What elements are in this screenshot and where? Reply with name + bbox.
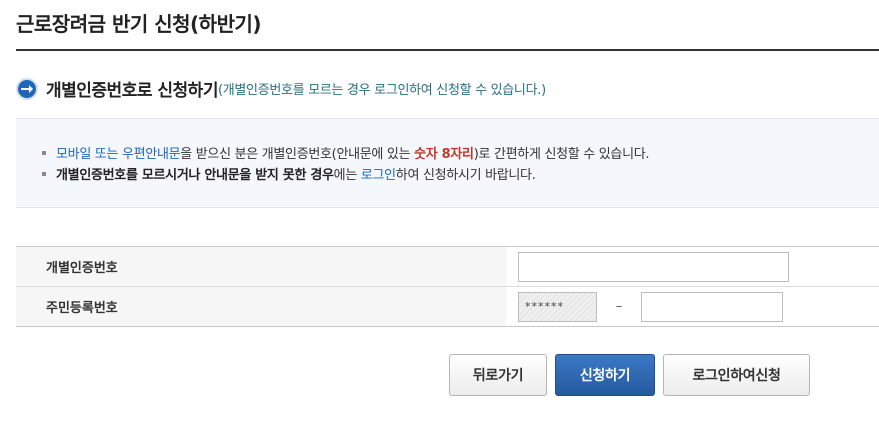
login-link[interactable]: 로그인 [361,168,396,183]
info-line-2: 개별인증번호를 모르시거나 안내문을 받지 못한 경우에는 로그인하여 신청하시… [42,164,536,183]
rrn-label: 주민등록번호 [16,287,506,326]
auth-number-label: 개별인증번호 [16,247,506,286]
bullet-icon [42,171,46,176]
info-line-2-emphasis: 개별인증번호를 모르시거나 안내문을 받지 못한 경우 [56,168,334,183]
section-header: 개별인증번호로 신청하기 (개별인증번호를 모르는 경우 로그인하여 신청할 수… [16,76,546,101]
rrn-cell: ****** – [506,287,879,326]
bullet-icon [42,150,46,155]
apply-button[interactable]: 신청하기 [555,354,655,396]
auth-form-table: 개별인증번호 주민등록번호 ****** – [16,246,879,327]
form-row-auth-number: 개별인증번호 [16,247,879,287]
auth-number-input[interactable] [518,251,789,282]
rrn-back-input[interactable] [641,291,783,322]
rrn-front-masked-field: ****** [518,291,597,322]
info-line-1: 모바일 또는 우편안내문을 받으신 분은 개별인증번호(안내문에 있는 숫자 8… [42,143,650,162]
form-row-rrn: 주민등록번호 ****** – [16,287,879,327]
arrow-right-circle-icon [16,77,38,100]
page: 근로장려금 반기 신청(하반기) 개별인증번호로 신청하기 (개별인증번호를 모… [0,0,879,427]
section-title: 개별인증번호로 신청하기 [46,81,218,101]
info-line-2-text: 에는 [333,168,361,183]
rrn-separator: – [615,299,623,314]
info-box: 모바일 또는 우편안내문을 받으신 분은 개별인증번호(안내문에 있는 숫자 8… [16,118,879,208]
section-note: (개별인증번호를 모르는 경우 로그인하여 신청할 수 있습니다.) [217,83,546,98]
back-button[interactable]: 뒤로가기 [449,354,547,396]
action-buttons: 뒤로가기 신청하기 로그인하여신청 [449,354,810,396]
login-apply-button[interactable]: 로그인하여신청 [663,354,810,396]
info-line-2-tail: 하여 신청하시기 바랍니다. [395,168,536,183]
info-line-1-text: 을 받으신 분은 개별인증번호(안내문에 있는 [180,147,415,162]
info-line-1-tail: )로 간편하게 신청할 수 있습니다. [473,147,650,162]
info-line-1-emphasis: 숫자 8자리 [414,147,474,162]
title-divider [16,49,879,51]
info-line-1-highlight: 모바일 또는 우편안내문 [56,147,181,162]
auth-number-cell [506,247,879,286]
page-title: 근로장려금 반기 신청(하반기) [16,12,262,36]
